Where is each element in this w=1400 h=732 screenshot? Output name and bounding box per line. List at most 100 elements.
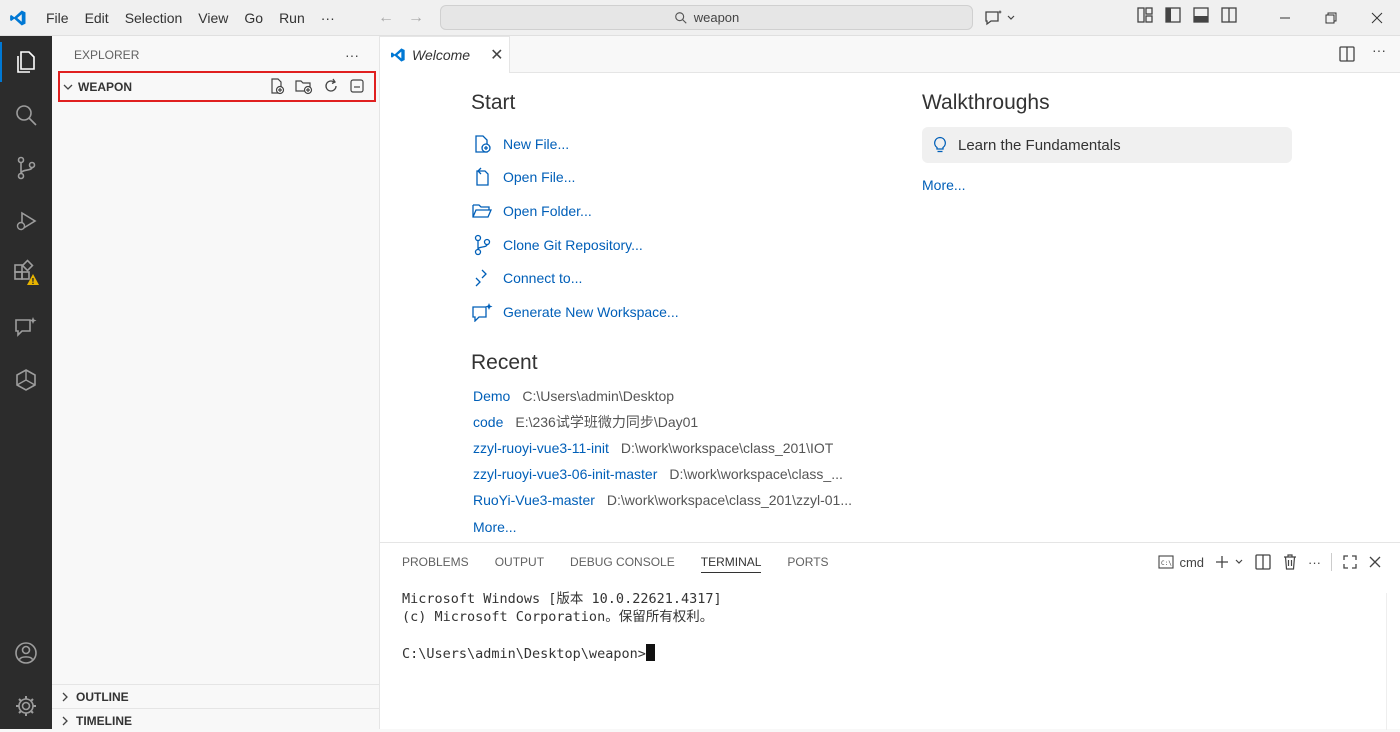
new-folder-icon[interactable] xyxy=(294,77,314,95)
recent-item[interactable]: code E:\236试学班微力同步\Day01 xyxy=(473,409,891,435)
explorer-sidebar: EXPLORER ··· WEAPON OUTLINE TIMELINE xyxy=(52,36,380,729)
terminal-line: Microsoft Windows [版本 10.0.22621.4317] xyxy=(402,591,722,607)
recent-item-name[interactable]: code xyxy=(473,414,503,430)
tab-output[interactable]: OUTPUT xyxy=(495,543,544,581)
collapse-all-icon[interactable] xyxy=(348,77,366,95)
terminal-output[interactable]: Microsoft Windows [版本 10.0.22621.4317] (c… xyxy=(402,591,722,663)
menu-selection[interactable]: Selection xyxy=(117,0,191,36)
chat-activity-icon[interactable] xyxy=(0,301,52,353)
editor-area: Welcome ✕ ··· Start New File... Open Fil… xyxy=(380,36,1400,542)
menu-edit[interactable]: Edit xyxy=(77,0,117,36)
recent-item[interactable]: zzyl-ruoyi-vue3-11-init D:\work\workspac… xyxy=(473,435,891,461)
forward-arrow-icon[interactable]: → xyxy=(408,9,424,27)
settings-gear-icon[interactable] xyxy=(0,680,52,732)
close-panel-icon[interactable] xyxy=(1368,555,1382,569)
chevron-down-icon xyxy=(1007,15,1015,20)
generate-workspace-link[interactable]: Generate New Workspace... xyxy=(503,304,679,320)
explorer-activity-icon[interactable] xyxy=(0,36,52,88)
connect-to-link[interactable]: Connect to... xyxy=(503,270,582,286)
command-center-search[interactable]: weapon xyxy=(440,5,973,30)
search-text: weapon xyxy=(693,10,740,25)
recent-item[interactable]: zzyl-ruoyi-vue3-06-init-master D:\work\w… xyxy=(473,461,891,487)
terminal-shell-selector[interactable]: C:\ cmd xyxy=(1158,555,1204,570)
activity-bar: ! xyxy=(0,36,52,729)
clone-git-link[interactable]: Clone Git Repository... xyxy=(503,237,643,253)
refresh-icon[interactable] xyxy=(322,77,340,95)
terminal-prompt: C:\Users\admin\Desktop\weapon> xyxy=(402,645,646,662)
bottom-panel: PROBLEMS OUTPUT DEBUG CONSOLE TERMINAL P… xyxy=(380,542,1400,730)
customize-layout-icon[interactable] xyxy=(1136,6,1154,24)
open-folder-link[interactable]: Open Folder... xyxy=(503,203,592,219)
new-file-link[interactable]: New File... xyxy=(503,136,569,152)
close-window-button[interactable] xyxy=(1354,0,1400,36)
toggle-panel-icon[interactable] xyxy=(1192,6,1210,24)
recent-item-name[interactable]: RuoYi-Vue3-master xyxy=(473,492,595,508)
recent-item-name[interactable]: Demo xyxy=(473,388,510,404)
extensions-activity-icon[interactable]: ! xyxy=(0,248,52,300)
walkthrough-card[interactable]: Learn the Fundamentals xyxy=(922,127,1292,163)
recent-item-name[interactable]: zzyl-ruoyi-vue3-11-init xyxy=(473,440,609,456)
copilot-activity-icon[interactable] xyxy=(0,354,52,406)
recent-item-path: E:\236试学班微力同步\Day01 xyxy=(515,413,699,430)
recent-item-name[interactable]: zzyl-ruoyi-vue3-06-init-master xyxy=(473,466,657,482)
recent-item[interactable]: RuoYi-Vue3-master D:\work\workspace\clas… xyxy=(473,487,891,513)
source-control-activity-icon[interactable] xyxy=(0,142,52,194)
menu-view[interactable]: View xyxy=(190,0,236,36)
tab-terminal[interactable]: TERMINAL xyxy=(700,543,761,581)
panel-divider xyxy=(1331,553,1332,571)
editor-more-button[interactable]: ··· xyxy=(1372,42,1386,58)
tab-problems[interactable]: PROBLEMS xyxy=(402,543,469,581)
new-file-icon xyxy=(475,135,491,153)
workspace-folder-header[interactable]: WEAPON xyxy=(58,71,376,102)
recent-item[interactable]: Demo C:\Users\admin\Desktop xyxy=(473,383,891,409)
back-arrow-icon[interactable]: ← xyxy=(378,9,394,27)
copilot-button[interactable] xyxy=(984,6,1016,30)
vscode-logo-icon xyxy=(391,48,405,62)
outline-label: OUTLINE xyxy=(76,689,129,704)
explorer-more-button[interactable]: ··· xyxy=(345,47,359,63)
start-generate-workspace[interactable]: Generate New Workspace... xyxy=(471,295,891,329)
account-icon[interactable] xyxy=(0,627,52,679)
walkthrough-more-link[interactable]: More... xyxy=(922,177,966,193)
menu-file[interactable]: File xyxy=(38,0,77,36)
start-clone-git[interactable]: Clone Git Repository... xyxy=(471,228,891,262)
tab-debug-console[interactable]: DEBUG CONSOLE xyxy=(570,543,675,581)
start-open-folder[interactable]: Open Folder... xyxy=(471,194,891,228)
terminal-cmd-icon: C:\ xyxy=(1158,555,1174,569)
split-terminal-icon[interactable] xyxy=(1254,553,1272,571)
trash-icon[interactable] xyxy=(1282,553,1298,571)
copilot-chat-icon xyxy=(985,10,1002,26)
search-activity-icon[interactable] xyxy=(0,89,52,141)
terminal-cursor xyxy=(645,643,655,661)
new-file-icon[interactable] xyxy=(268,77,286,95)
terminal-scrollbar[interactable] xyxy=(1386,593,1400,730)
editor-tab-bar: Welcome ✕ ··· xyxy=(380,36,1400,73)
menu-more[interactable]: ··· xyxy=(313,0,343,36)
outline-section-header[interactable]: OUTLINE xyxy=(52,684,380,708)
search-icon xyxy=(674,11,687,24)
vscode-logo-icon xyxy=(0,0,36,36)
run-debug-activity-icon[interactable] xyxy=(0,195,52,247)
tab-close-icon[interactable]: ✕ xyxy=(490,45,503,65)
menu-go[interactable]: Go xyxy=(236,0,271,36)
menu-run[interactable]: Run xyxy=(271,0,313,36)
chevron-down-icon[interactable] xyxy=(1234,557,1244,567)
maximize-panel-icon[interactable] xyxy=(1342,554,1358,570)
panel-more-button[interactable]: ··· xyxy=(1308,555,1321,570)
recent-more-link[interactable]: More... xyxy=(473,519,517,535)
terminal-line: ​ xyxy=(402,626,722,644)
open-file-link[interactable]: Open File... xyxy=(503,169,575,185)
start-new-file[interactable]: New File... xyxy=(471,127,891,161)
tab-ports[interactable]: PORTS xyxy=(787,543,828,581)
start-connect-to[interactable]: Connect to... xyxy=(471,261,891,295)
timeline-section-header[interactable]: TIMELINE xyxy=(52,708,380,732)
toggle-sidebar-icon[interactable] xyxy=(1164,6,1182,24)
recent-item-path: D:\work\workspace\class_201\IOT xyxy=(620,440,834,457)
tab-welcome[interactable]: Welcome ✕ xyxy=(380,36,510,73)
restore-button[interactable] xyxy=(1308,0,1354,36)
start-open-file[interactable]: Open File... xyxy=(471,161,891,195)
toggle-secondary-sidebar-icon[interactable] xyxy=(1220,6,1238,24)
new-terminal-plus-icon[interactable] xyxy=(1214,554,1230,570)
minimize-button[interactable] xyxy=(1262,0,1308,36)
split-editor-icon[interactable] xyxy=(1338,45,1356,63)
